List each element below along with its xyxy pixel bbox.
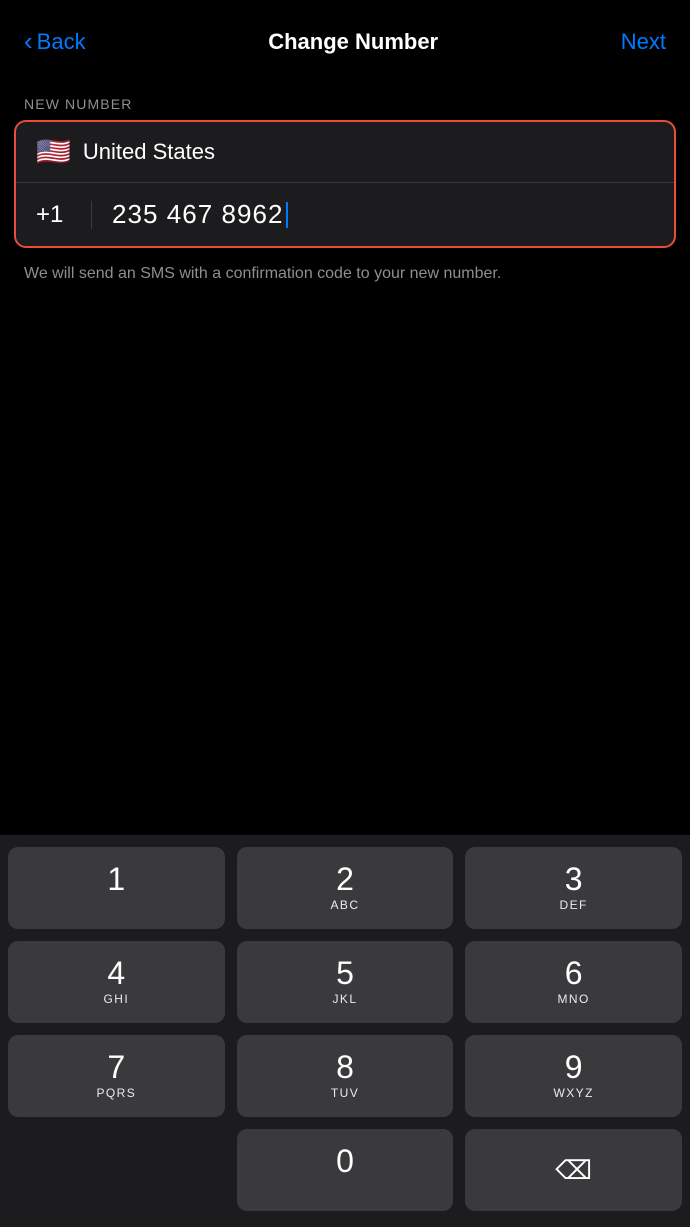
page-title: Change Number [268, 29, 438, 55]
back-label: Back [37, 29, 86, 55]
backspace-icon: ⌫ [555, 1155, 592, 1186]
numeric-keypad: 1 2 ABC 3 DEF 4 GHI 5 JKL 6 MNO 7 PQRS [0, 835, 690, 1227]
key-1[interactable]: 1 [8, 847, 225, 929]
key-backspace[interactable]: ⌫ [465, 1129, 682, 1211]
key-8[interactable]: 8 TUV [237, 1035, 454, 1117]
key-2[interactable]: 2 ABC [237, 847, 454, 929]
back-button[interactable]: ‹ Back [24, 29, 86, 55]
nav-header: ‹ Back Change Number Next [0, 0, 690, 78]
phone-code: +1 [36, 201, 92, 229]
key-6[interactable]: 6 MNO [465, 941, 682, 1023]
key-4[interactable]: 4 GHI [8, 941, 225, 1023]
phone-number-value: 235 467 8962 [112, 199, 284, 230]
key-3[interactable]: 3 DEF [465, 847, 682, 929]
phone-input-card: 🇺🇸 United States +1 235 467 8962 [14, 120, 676, 248]
text-cursor [286, 202, 288, 228]
phone-number-row: +1 235 467 8962 [16, 183, 674, 246]
back-chevron-icon: ‹ [24, 28, 33, 54]
next-button[interactable]: Next [621, 29, 666, 55]
section-label: NEW NUMBER [0, 78, 690, 120]
keypad-grid: 1 2 ABC 3 DEF 4 GHI 5 JKL 6 MNO 7 PQRS [8, 847, 682, 1211]
key-empty [8, 1129, 225, 1211]
key-0[interactable]: 0 [237, 1129, 454, 1211]
country-flag: 🇺🇸 [36, 138, 71, 166]
country-selector[interactable]: 🇺🇸 United States [16, 122, 674, 183]
key-5[interactable]: 5 JKL [237, 941, 454, 1023]
country-name: United States [83, 139, 215, 165]
key-9[interactable]: 9 WXYZ [465, 1035, 682, 1117]
phone-number-field[interactable]: 235 467 8962 [112, 199, 288, 230]
key-7[interactable]: 7 PQRS [8, 1035, 225, 1117]
sms-note: We will send an SMS with a confirmation … [0, 248, 690, 286]
